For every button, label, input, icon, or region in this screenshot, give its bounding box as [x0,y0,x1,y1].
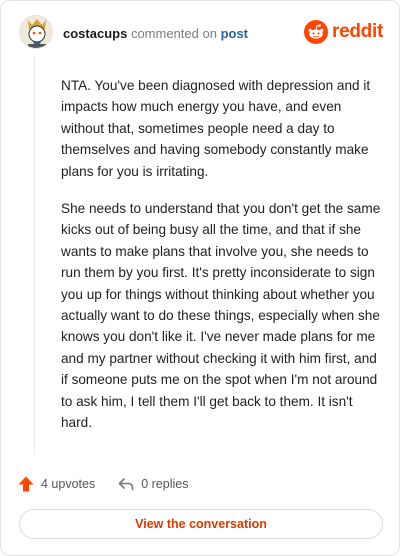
reply-count: 0 replies [141,477,189,491]
replies-button[interactable]: 0 replies [117,475,188,493]
avatar-icon [20,16,52,48]
reply-arrow-icon [118,478,134,491]
reddit-snoo-icon [304,20,329,44]
comment-body: NTA. You've been diagnosed with depressi… [61,75,381,450]
comment-card: costacups commented on post reddit NTA. … [0,0,400,556]
upvote-arrow-icon [18,476,34,492]
avatar[interactable] [19,15,53,49]
comment-paragraph: She needs to understand that you don't g… [61,201,381,431]
comment-header: costacups commented on post reddit [19,15,385,53]
upvote-button[interactable]: 4 upvotes [17,475,95,493]
comment-actions: 4 upvotes 0 replies [17,473,210,495]
thread-line [34,55,35,455]
action-text: commented on [130,26,217,41]
reddit-logo[interactable]: reddit [304,19,383,45]
view-conversation-button[interactable]: View the conversation [19,509,383,539]
comment-paragraph: NTA. You've been diagnosed with depressi… [61,78,371,179]
post-link[interactable]: post [221,26,248,41]
upvote-count: 4 upvotes [41,477,96,491]
brand-name: reddit [332,21,383,42]
comment-meta: costacups commented on post [63,26,248,41]
username[interactable]: costacups [63,26,127,41]
